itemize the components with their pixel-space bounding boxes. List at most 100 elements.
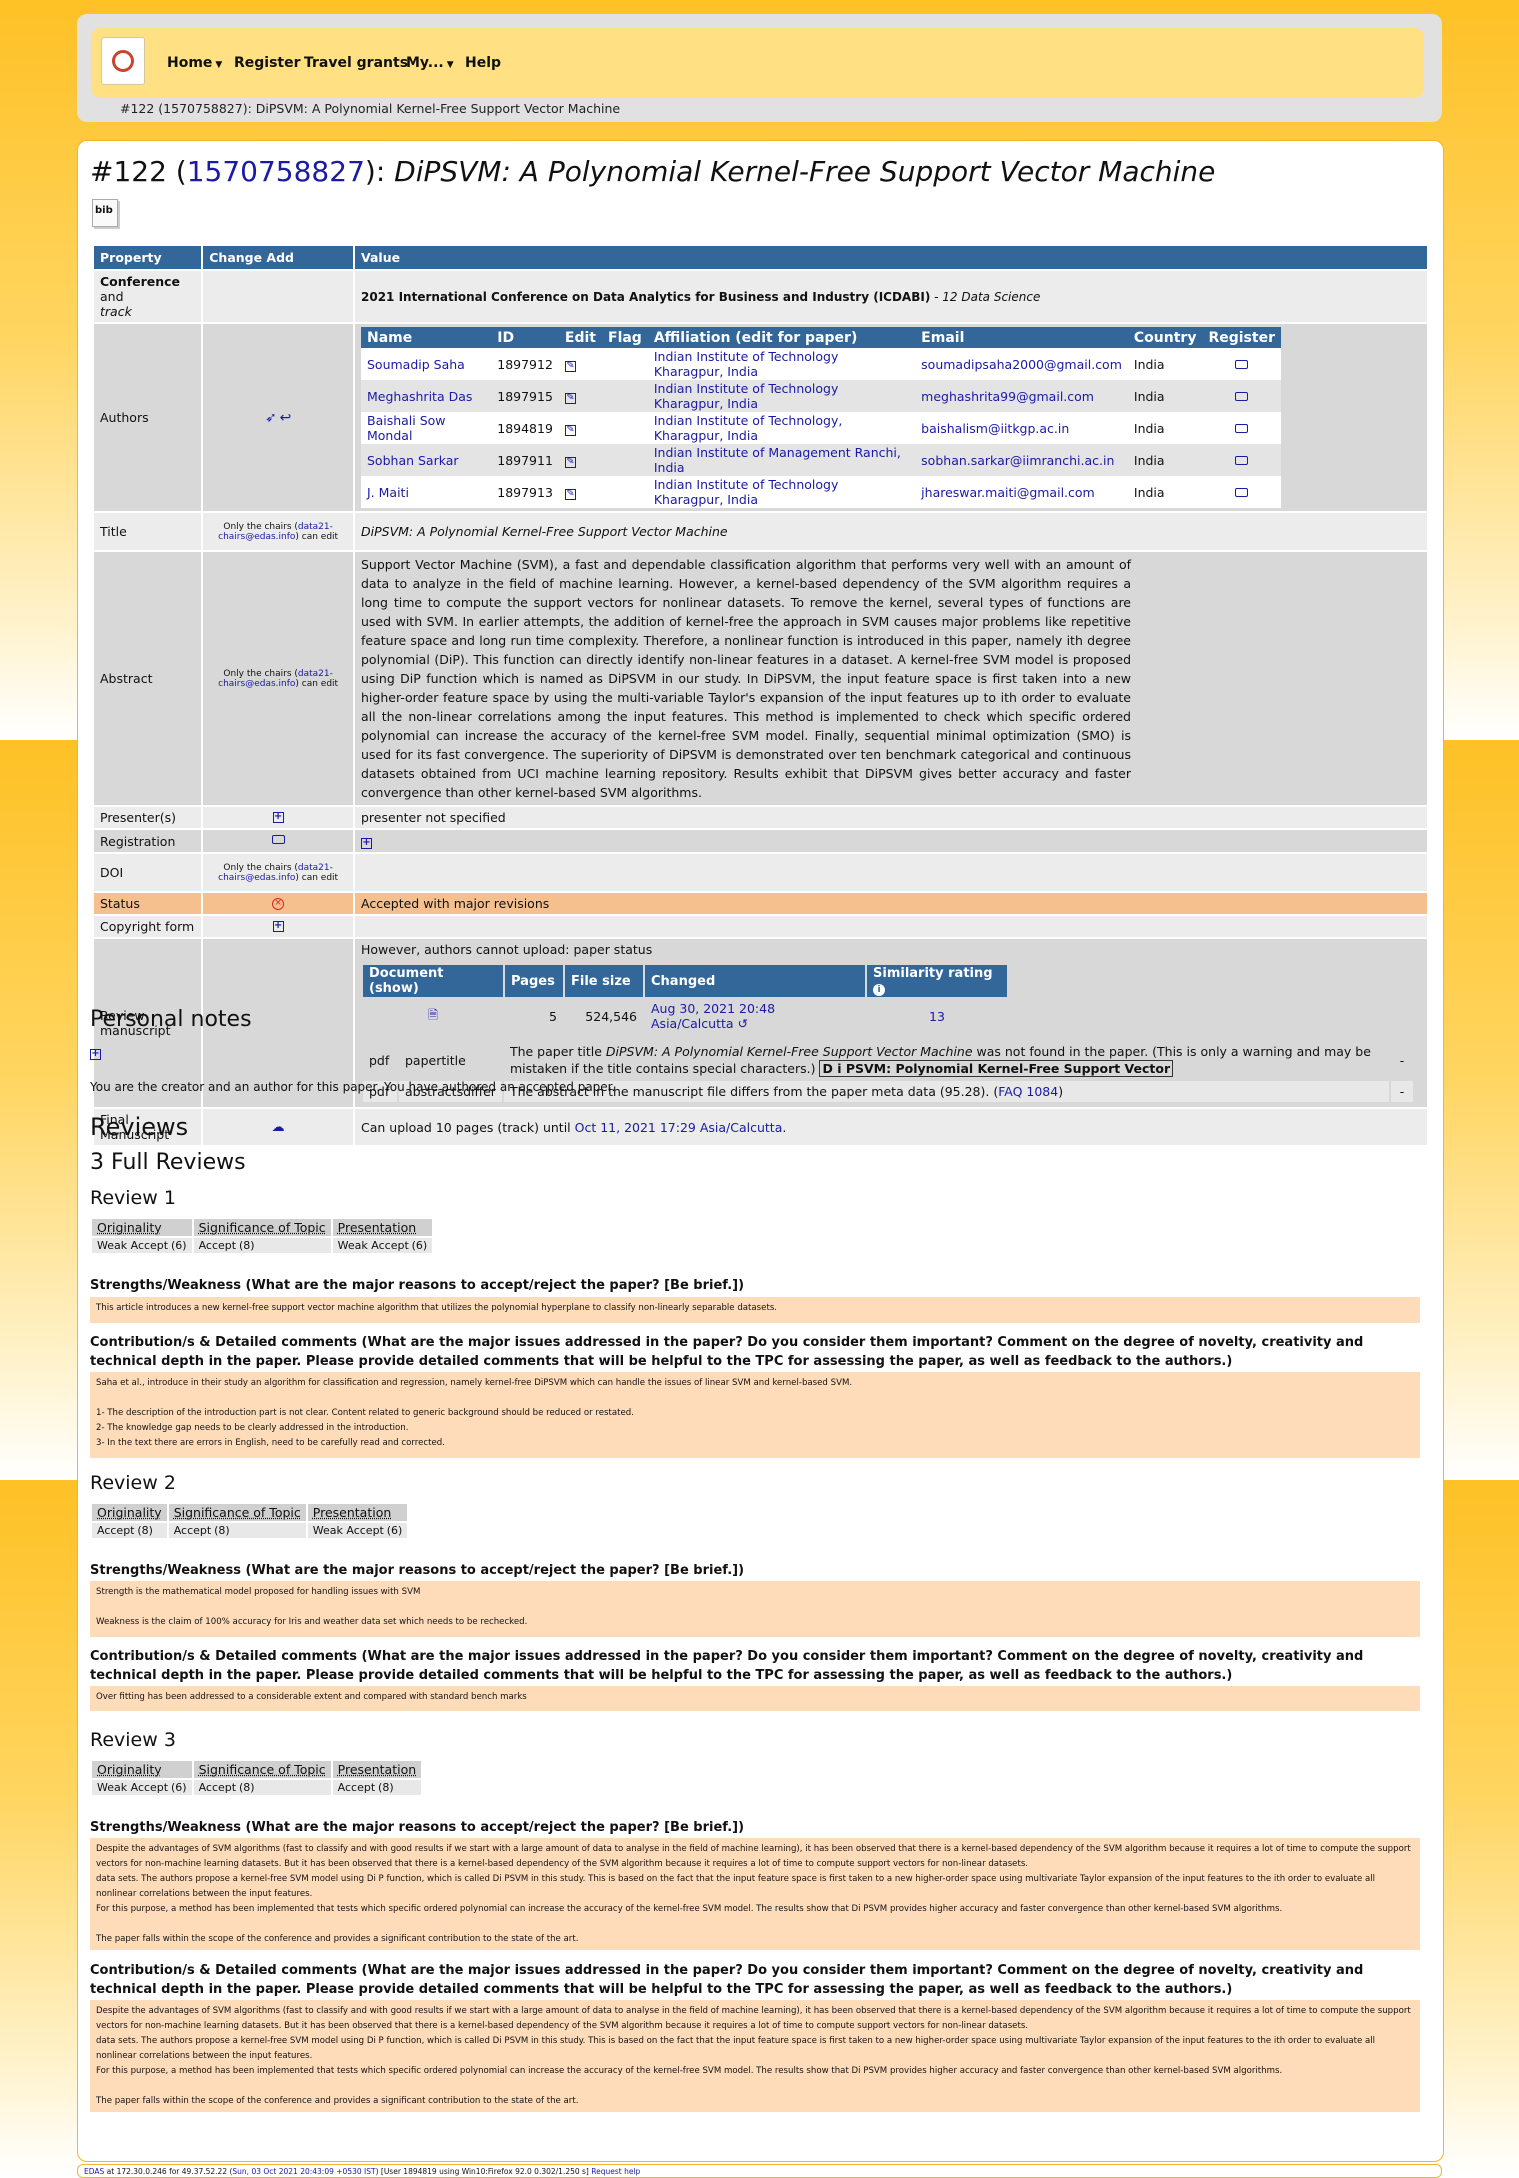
edit-icon[interactable]: ✎	[564, 457, 576, 468]
review-3-scores: Originality Significance of Topic Presenta…	[90, 1759, 423, 1797]
send-icon[interactable]: ➶	[265, 410, 277, 426]
chevron-down-icon: ▼	[215, 60, 223, 70]
warnings-table: pdf papertitle The paper title DiPSVM: A…	[361, 1039, 1415, 1104]
full-reviews-heading: 3 Full Reviews	[90, 1150, 246, 1175]
author-affiliation[interactable]: Indian Institute of Management Ranchi, I…	[647, 444, 916, 476]
edas-link[interactable]: EDAS	[84, 2167, 104, 2176]
logo-seal	[112, 50, 134, 72]
abstract-value: Support Vector Machine (SVM), a fast and…	[361, 557, 1131, 800]
plus-box-icon[interactable]: +	[361, 838, 372, 849]
strengths-question: Strengths/Weakness (What are the major r…	[90, 1278, 745, 1293]
nav-home[interactable]: Home ▼	[167, 55, 222, 71]
nav-my[interactable]: My... ▼	[406, 55, 454, 71]
ticket-icon[interactable]	[1235, 487, 1249, 497]
presenter-value: presenter not specified	[355, 807, 1427, 828]
author-name[interactable]: Meghashrita Das	[361, 380, 492, 412]
review-2-comments: Over fitting has been addressed to a con…	[90, 1686, 1420, 1711]
upload-cloud-icon[interactable]: ☁	[272, 1120, 285, 1135]
edit-icon[interactable]: ✎	[564, 425, 576, 436]
copyright-label: Copyright form	[94, 916, 202, 937]
abstract-label: Abstract	[94, 552, 202, 805]
chairs-note: Only the chairs (data21-chairs@edas.info…	[203, 854, 353, 891]
personal-notes-heading: Personal notes	[90, 1007, 252, 1032]
review-1-scores: Originality Significance of Topic Presenta…	[90, 1217, 434, 1255]
edit-icon[interactable]: ✎	[564, 393, 576, 404]
title-label: Title	[94, 513, 202, 550]
nav-help[interactable]: Help	[465, 55, 501, 71]
author-name[interactable]: J. Maiti	[361, 476, 492, 508]
changed-date-link[interactable]: Aug 30, 2021 20:48 Asia/Calcutta ↺	[645, 999, 865, 1033]
contribution-question: Contribution/s & Detailed comments (What…	[90, 1649, 1364, 1683]
author-name[interactable]: Soumadip Saha	[361, 348, 492, 380]
chairs-note: Only the chairs (data21-chairs@edas.info…	[203, 552, 353, 805]
abstract-warning: The abstract in the manuscript file diff…	[503, 1081, 1389, 1102]
col-document[interactable]: Document (show)	[363, 965, 503, 997]
author-email[interactable]: sobhan.sarkar@iimranchi.ac.in	[915, 444, 1128, 476]
ticket-icon[interactable]	[1235, 391, 1249, 401]
chevron-down-icon: ▼	[446, 60, 454, 70]
footer: EDAS at 172.30.0.246 for 49.37.52.22 (Su…	[77, 2164, 1442, 2178]
col-change-add: Change Add	[203, 246, 353, 269]
author-affiliation[interactable]: Indian Institute of Technology Kharagpur…	[647, 476, 916, 508]
ticket-icon[interactable]	[1235, 455, 1249, 465]
status-badge: Accepted with major revisions	[355, 893, 1427, 914]
edit-icon[interactable]: ✎	[564, 361, 576, 372]
faq-link[interactable]: FAQ 1084	[998, 1084, 1058, 1099]
author-email[interactable]: jhareswar.maiti@gmail.com	[915, 476, 1128, 508]
pdf-file-icon[interactable]: 🗎	[428, 1007, 438, 1022]
author-name[interactable]: Sobhan Sarkar	[361, 444, 492, 476]
chairs-note: Only the chairs (data21-chairs@edas.info…	[203, 513, 353, 550]
nav-travel-grants[interactable]: Travel grants	[304, 55, 408, 71]
author-affiliation[interactable]: Indian Institute of Technology Kharagpur…	[647, 380, 916, 412]
author-row: J. Maiti 1897913 ✎ Indian Institute of Tech…	[361, 476, 1281, 508]
author-row: Meghashrita Das 1897915 ✎ Indian Institute …	[361, 380, 1281, 412]
creator-note: You are the creator and an author for th…	[90, 1080, 616, 1094]
review-3-strengths: Despite the advantages of SVM algorithms…	[90, 1838, 1420, 1950]
review-3-comments: Despite the advantages of SVM algorithms…	[90, 2000, 1420, 2112]
author-name[interactable]: Baishali Sow Mondal	[361, 412, 492, 444]
ticket-icon[interactable]	[1235, 359, 1249, 369]
request-help-link[interactable]: Request help	[591, 2167, 640, 2176]
author-actions[interactable]: ➶ ↩	[203, 324, 353, 511]
presenter-label: Presenter(s)	[94, 807, 202, 828]
strengths-question: Strengths/Weakness (What are the major r…	[90, 1563, 745, 1578]
breadcrumb: #122 (1570758827): DiPSVM: A Polynomial …	[120, 101, 621, 116]
review-2-strengths: Strength is the mathematical model propo…	[90, 1581, 1420, 1637]
conference-label: Conference and track	[94, 271, 202, 322]
withdraw-icon[interactable]: ×	[272, 897, 285, 910]
reply-all-icon[interactable]: ↩	[280, 410, 292, 426]
ticket-icon[interactable]	[1235, 423, 1249, 433]
title-value: DiPSVM: A Polynomial Kernel-Free Support…	[355, 513, 1427, 550]
deadline-link[interactable]: Oct 11, 2021 17:29 Asia/Calcutta	[575, 1120, 783, 1135]
registration-label: Registration	[94, 830, 202, 852]
bib-icon[interactable]: bib	[92, 199, 118, 227]
documents-table: Document (show) Pages File size Changed …	[361, 963, 1421, 1035]
author-email[interactable]: baishalism@iitkgp.ac.in	[915, 412, 1128, 444]
edit-icon[interactable]: ✎	[564, 489, 576, 500]
review-3-heading: Review 3	[90, 1729, 176, 1751]
main-card: #122 (1570758827): DiPSVM: A Polynomial …	[77, 140, 1444, 2162]
authors-label: Authors	[94, 324, 202, 511]
plus-box-icon[interactable]: +	[272, 812, 284, 823]
author-email[interactable]: meghashrita99@gmail.com	[915, 380, 1128, 412]
doi-label: DOI	[94, 854, 202, 891]
info-icon[interactable]: i	[873, 984, 885, 996]
contribution-question: Contribution/s & Detailed comments (What…	[90, 1335, 1364, 1369]
upload-note: However, authors cannot upload: paper st…	[361, 942, 653, 957]
page-title: #122 (1570758827): DiPSVM: A Polynomial …	[90, 155, 1216, 188]
paper-id-link[interactable]: 1570758827	[187, 155, 365, 188]
review-1-strengths: This article introduces a new kernel-fre…	[90, 1297, 1420, 1323]
nav-register[interactable]: Register	[234, 55, 301, 71]
similarity-link[interactable]: 13	[867, 999, 1007, 1033]
strengths-question: Strengths/Weakness (What are the major r…	[90, 1820, 745, 1835]
ticket-icon[interactable]	[271, 835, 285, 844]
author-email[interactable]: soumadipsaha2000@gmail.com	[915, 348, 1128, 380]
title-warning: The paper title DiPSVM: A Polynomial Ker…	[503, 1041, 1389, 1079]
author-affiliation[interactable]: Indian Institute of Technology, Kharagpu…	[647, 412, 916, 444]
edas-logo[interactable]	[101, 37, 145, 85]
author-affiliation[interactable]: Indian Institute of Technology Kharagpur…	[647, 348, 916, 380]
plus-box-icon[interactable]: +	[90, 1049, 101, 1060]
plus-box-icon[interactable]: +	[272, 921, 284, 932]
history-icon[interactable]: ↺	[738, 1016, 748, 1031]
author-row: Baishali Sow Mondal 1894819 ✎ Indian Instit…	[361, 412, 1281, 444]
